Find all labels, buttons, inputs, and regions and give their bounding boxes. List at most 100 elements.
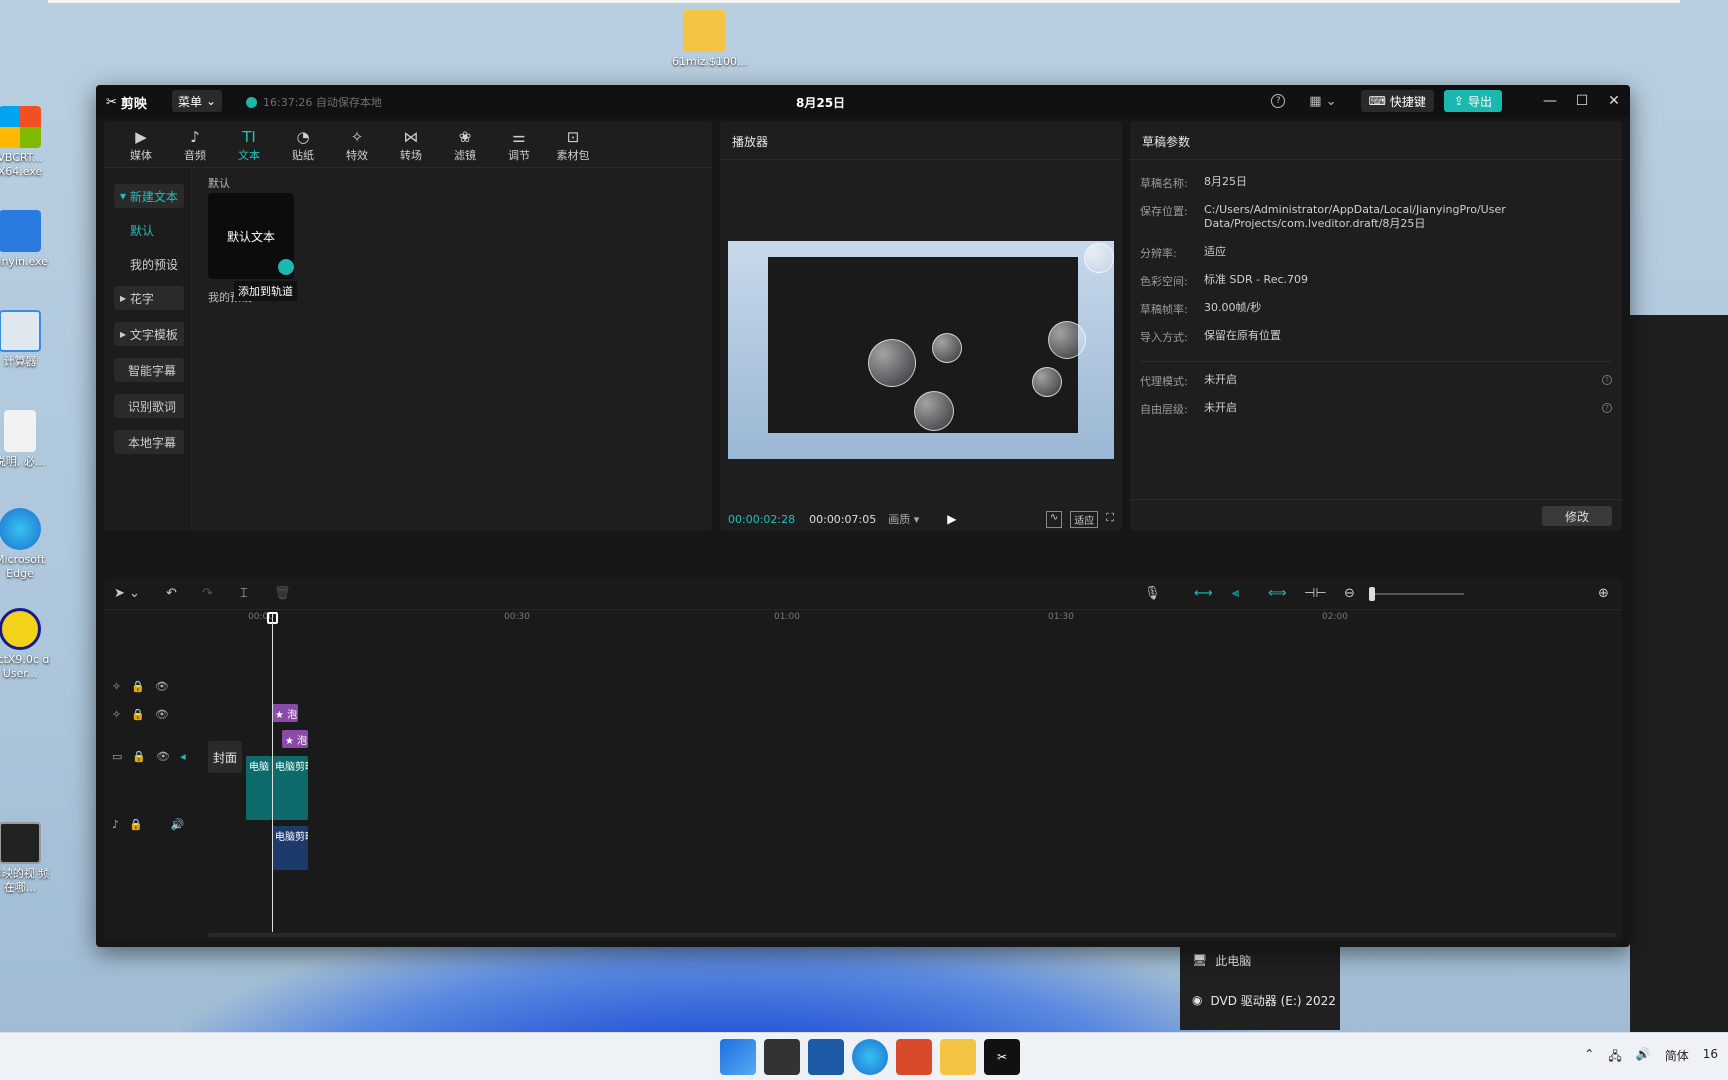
auto-snap-icon[interactable]: ⫷ (1232, 586, 1239, 601)
desktop-icon-1[interactable]: Pinyin.exe (0, 210, 52, 269)
help-icon[interactable]: ? (1602, 403, 1612, 413)
desktop-icon-5[interactable]: ectX9.0c d User... (0, 608, 52, 681)
param-value: 适应 (1204, 245, 1226, 258)
video-track-icon: ▭ (112, 750, 123, 763)
chevron-up-icon[interactable]: ⌃ (1584, 1047, 1594, 1068)
sidebar-item-text-template[interactable]: ▸ 文字模板 (114, 322, 184, 346)
export-button[interactable]: ⇪ 导出 (1443, 90, 1502, 112)
microphone-icon[interactable]: 🎙 (1144, 586, 1161, 601)
sidebar-item-fancy-text[interactable]: ▸ 花字 (114, 286, 184, 310)
lock-icon[interactable]: 🔒 (129, 818, 143, 831)
tab-label: 素材包 (556, 149, 590, 162)
fit-button[interactable]: 适应 (1070, 510, 1099, 528)
desktop-folder[interactable]: 61miz.$100... (672, 10, 748, 69)
sidebar-item-lyrics[interactable]: 识别歌词 (114, 394, 184, 418)
tab-package[interactable]: ⊡ 素材包 (546, 127, 600, 163)
timeline-ruler[interactable]: 00:00 00:30 01:00 01:30 02:00 (244, 612, 1614, 626)
tab-audio[interactable]: ♪ 音频 (168, 127, 222, 163)
desktop-icon-0[interactable]: VBCRT... X64.exe (0, 106, 52, 179)
tab-filter[interactable]: ❀ 滤镜 (438, 127, 492, 163)
video-clip[interactable]: 电脑剪映 (272, 756, 308, 820)
video-clip[interactable]: 电脑 (246, 756, 272, 820)
effect-clip[interactable]: ★ 泡 (272, 704, 298, 722)
delete-icon[interactable]: 🗑 (274, 586, 291, 601)
capcut-icon[interactable]: ✂ (984, 1039, 1020, 1075)
close-icon[interactable]: ✕ (1598, 93, 1630, 109)
volume-icon[interactable]: 🔊 (1636, 1047, 1651, 1068)
sidebar-item-local-subtitle[interactable]: 本地字幕 (114, 430, 184, 454)
linkage-icon[interactable]: ⟺ (1268, 586, 1287, 601)
redo-icon[interactable]: ↷ (202, 586, 213, 601)
main-track-magnet-icon[interactable]: ⟷ (1194, 586, 1213, 601)
volume-icon[interactable]: 🔊 (171, 818, 185, 831)
tab-text[interactable]: TI 文本 (222, 127, 276, 163)
ime-label[interactable]: 简体 (1665, 1047, 1689, 1068)
quality-label: 画质 (888, 513, 911, 526)
param-value: 标准 SDR - Rec.709 (1204, 273, 1309, 286)
eye-icon[interactable]: 👁 (156, 750, 170, 763)
play-icon[interactable]: ▶ (947, 512, 956, 526)
zoom-slider-track[interactable] (1374, 593, 1464, 595)
audio-toggle-icon[interactable]: ◂ (180, 750, 186, 763)
clock[interactable]: 16 (1703, 1047, 1718, 1068)
edge-icon[interactable] (852, 1039, 888, 1075)
sidebar-item-my-presets[interactable]: 我的预设 (114, 252, 184, 276)
param-row: 导入方式: 保留在原有位置 (1140, 329, 1474, 345)
menu-button[interactable]: 菜单 ⌄ (172, 90, 222, 112)
store-icon[interactable] (896, 1039, 932, 1075)
tab-media[interactable]: ▶ 媒体 (114, 127, 168, 163)
undo-icon[interactable]: ↶ (166, 586, 177, 601)
effect-clip[interactable]: ★ 泡 (282, 730, 308, 748)
zoom-slider-handle[interactable] (1369, 587, 1375, 601)
video-preview[interactable] (728, 241, 1114, 459)
layout-icon[interactable]: ▦ ⌄ (1309, 94, 1336, 109)
fullscreen-icon[interactable]: ⛶ (1106, 511, 1114, 528)
eye-icon[interactable]: 👁 (155, 680, 169, 693)
param-value: 保留在原有位置 (1204, 329, 1281, 342)
tab-transition[interactable]: ⋈ 转场 (384, 127, 438, 163)
tab-sticker[interactable]: ◔ 贴纸 (276, 127, 330, 163)
quality-dropdown[interactable]: 画质 ▾ (888, 511, 919, 527)
minimize-icon[interactable]: — (1534, 93, 1566, 109)
file-explorer-icon[interactable] (940, 1039, 976, 1075)
playhead[interactable] (272, 614, 273, 932)
waveform-icon[interactable]: ∿ (1045, 510, 1063, 528)
widgets-icon[interactable] (808, 1039, 844, 1075)
desktop-icon-3[interactable]: 说明, 必... (0, 410, 52, 469)
desktop-icon-4[interactable]: Microsoft Edge (0, 508, 52, 581)
timeline-scrollbar[interactable] (208, 933, 1616, 937)
sidebar-item-smart-subtitle[interactable]: 智能字幕 (114, 358, 184, 382)
tab-adjust[interactable]: ⚌ 调节 (492, 127, 546, 163)
audio-clip[interactable]: 电脑剪映 (272, 826, 308, 870)
tab-effects[interactable]: ✧ 特效 (330, 127, 384, 163)
help-icon[interactable]: ? (1271, 94, 1286, 108)
media-icon: ▶ (135, 128, 147, 146)
add-to-track-button[interactable] (278, 259, 294, 275)
desktop-icon-2[interactable]: 计算器 (0, 310, 52, 369)
shortcut-button[interactable]: ⌨ 快捷键 (1360, 90, 1434, 112)
modify-button[interactable]: 修改 (1542, 506, 1612, 526)
cover-button[interactable]: 封面 (208, 741, 242, 773)
maximize-icon[interactable]: ☐ (1566, 93, 1598, 109)
network-icon[interactable]: 🖧 (1608, 1047, 1621, 1068)
split-icon[interactable]: ⌶ (240, 586, 248, 601)
task-view-icon[interactable] (764, 1039, 800, 1075)
sidebar-item-default[interactable]: 默认 (114, 218, 184, 242)
lock-icon[interactable]: 🔒 (131, 708, 145, 721)
lock-icon[interactable]: 🔒 (131, 680, 145, 693)
zoom-in-icon[interactable]: ⊕ (1598, 586, 1609, 601)
track-header-effect-1: ✧ 🔒 👁 (104, 680, 196, 693)
keyboard-icon: ⌨ (1368, 94, 1386, 108)
explorer-item-dvd[interactable]: ◉ DVD 驱动器 (E:) 2022 (1180, 980, 1340, 1020)
param-value: 8月25日 (1204, 175, 1247, 188)
sidebar-item-new-text[interactable]: ▾ 新建文本 (114, 184, 184, 208)
capcut-logo-icon: ✂ (106, 95, 117, 110)
preview-axis-icon[interactable]: ⊣⊢ (1304, 586, 1327, 601)
help-icon[interactable]: ? (1602, 375, 1612, 385)
zoom-out-icon[interactable]: ⊖ (1344, 586, 1355, 601)
start-icon[interactable] (720, 1039, 756, 1075)
lock-icon[interactable]: 🔒 (132, 750, 146, 763)
select-tool-icon[interactable]: ➤ ⌄ (114, 586, 140, 601)
eye-icon[interactable]: 👁 (155, 708, 169, 721)
desktop-icon-6[interactable]: 剪映的视 频在哪... (0, 822, 52, 895)
